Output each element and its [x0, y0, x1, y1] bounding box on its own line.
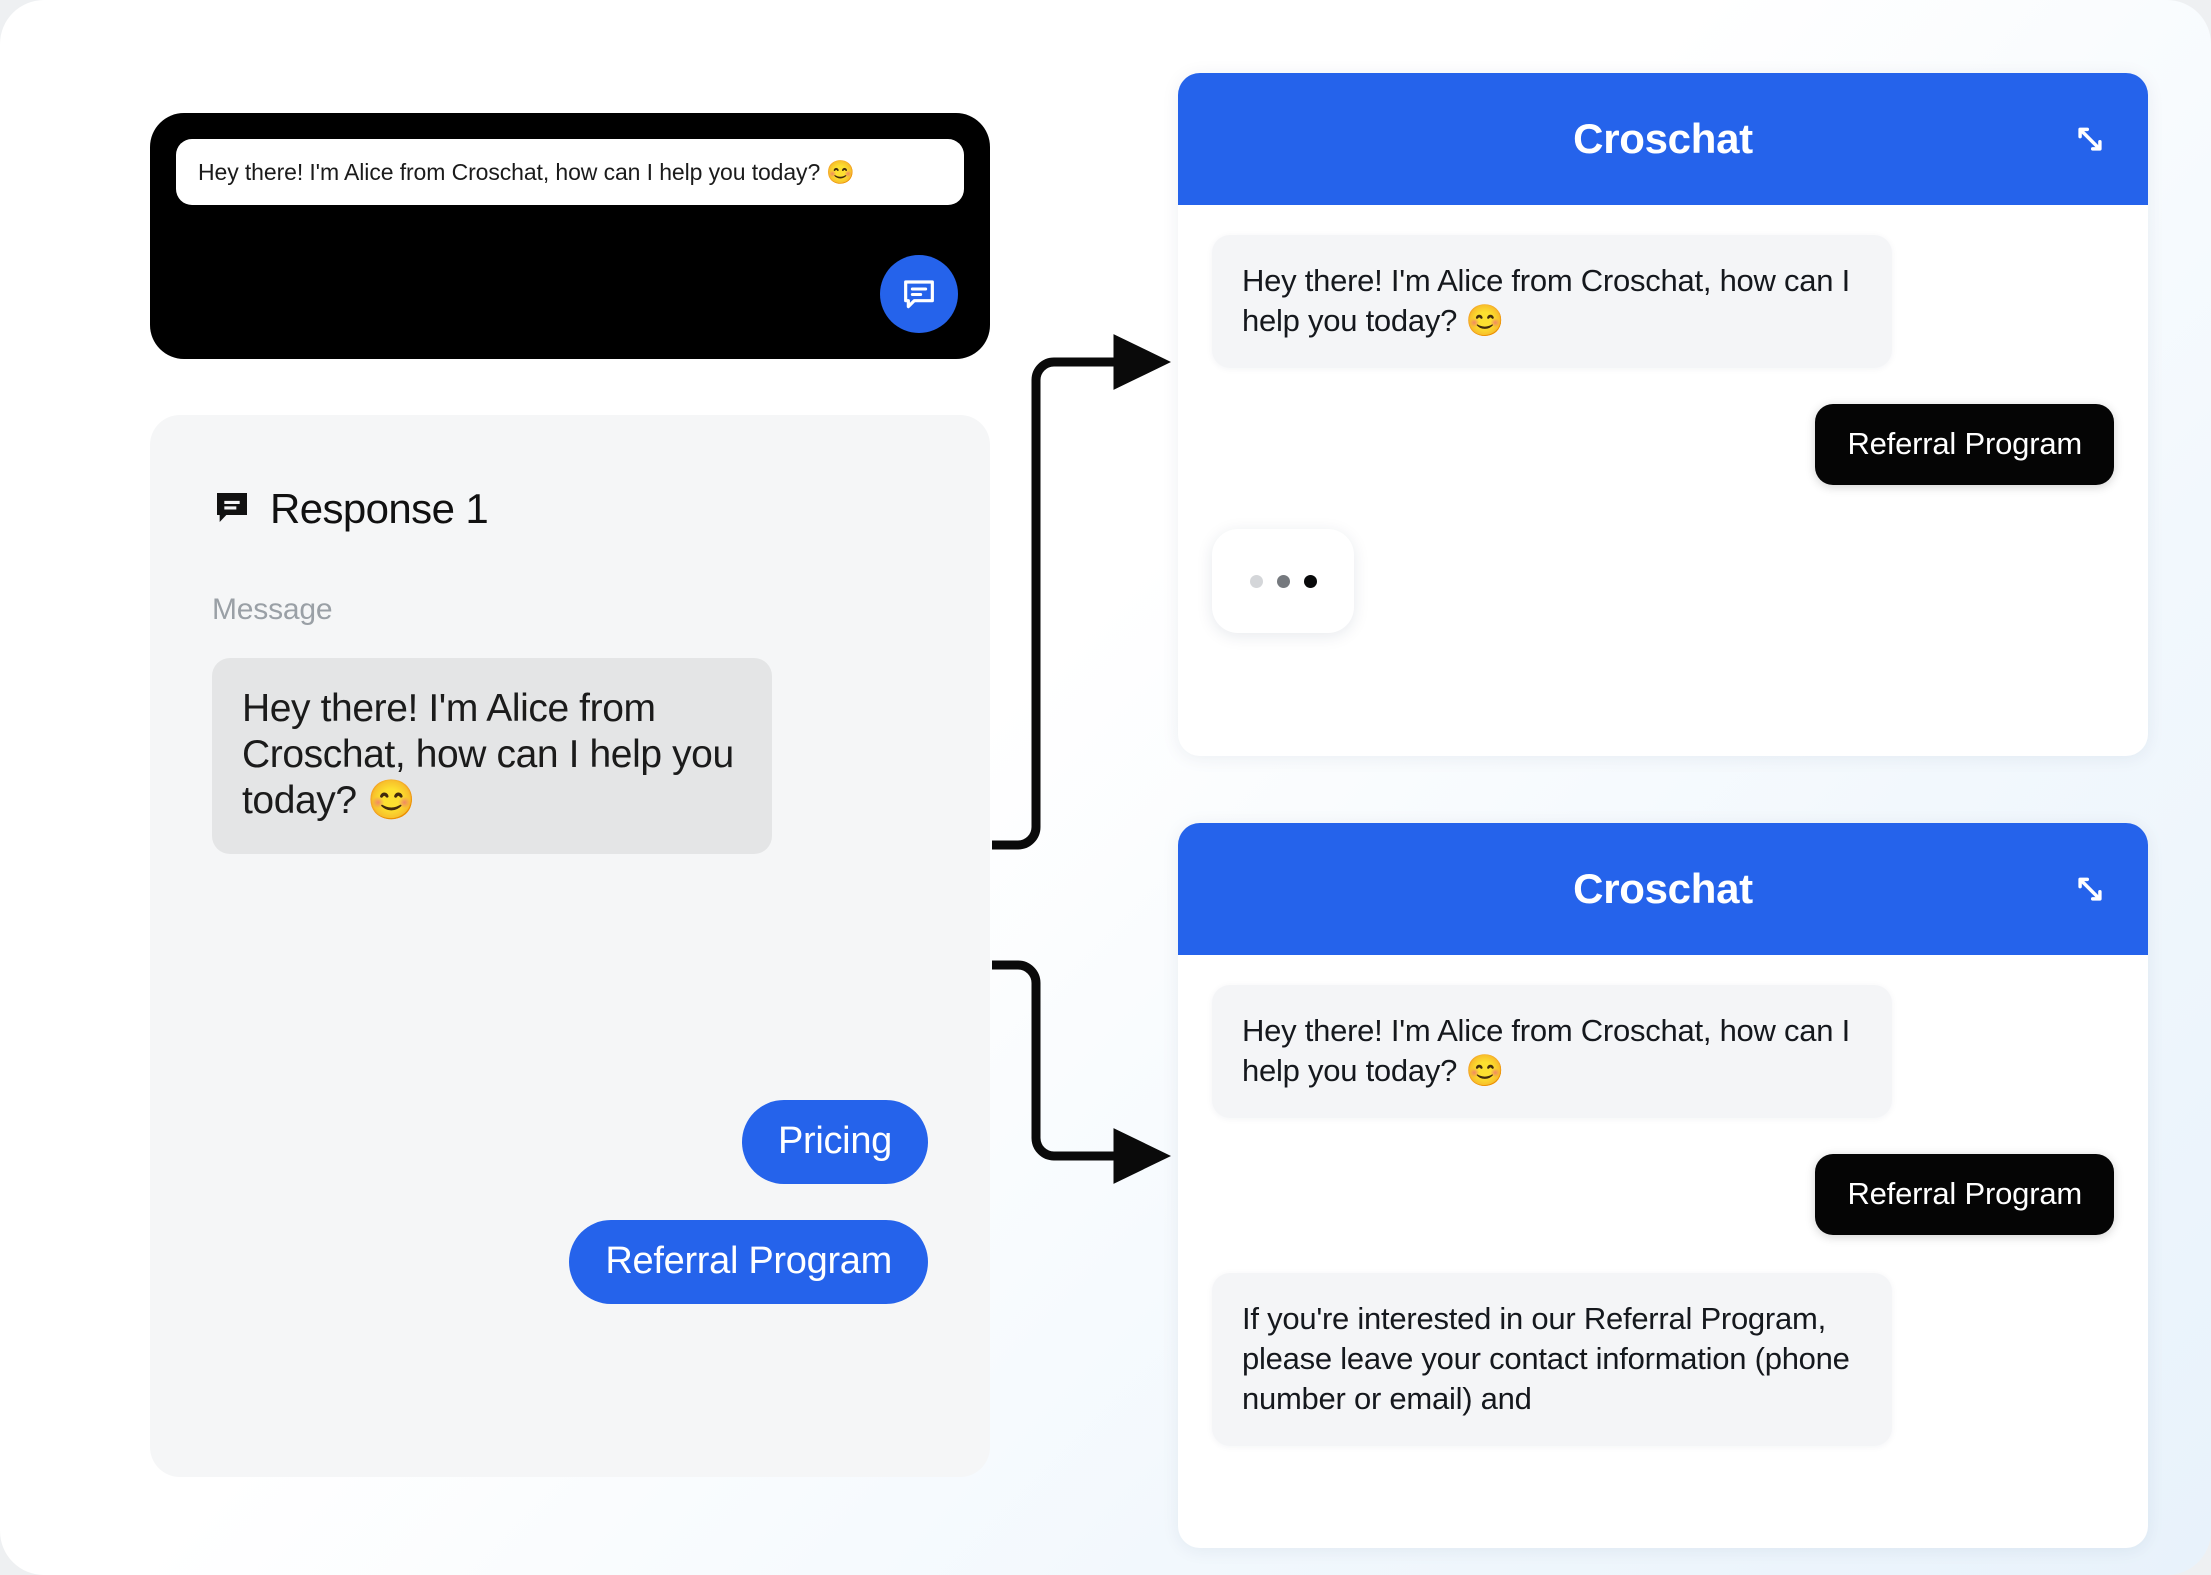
user-message-bubble: Referral Program [1815, 1154, 2114, 1236]
composer-text-field[interactable]: Hey there! I'm Alice from Croschat, how … [176, 139, 964, 205]
chat-bubble-icon [212, 487, 252, 532]
message-row: Referral Program [1212, 1154, 2114, 1236]
bot-message-bubble: Hey there! I'm Alice from Croschat, how … [1212, 985, 1892, 1119]
chat-widget-1-body: Hey there! I'm Alice from Croschat, how … [1178, 205, 2148, 634]
response-title: Response 1 [270, 485, 489, 532]
user-message-bubble: Referral Program [1815, 404, 2114, 486]
chat-bubble-icon [904, 280, 934, 309]
message-row [1212, 529, 2114, 634]
chat-widget-2-body: Hey there! I'm Alice from Croschat, how … [1178, 955, 2148, 1447]
connector-to-widget-1 [992, 334, 1171, 850]
chat-widget-2-header: Croschat [1178, 823, 2148, 955]
chat-widget-1: Croschat Hey there! I'm Alice from Crosc… [1178, 73, 2148, 756]
expand-widget-2-button[interactable] [2066, 865, 2114, 913]
chat-widget-2: Croschat Hey there! I'm Alice from Crosc… [1178, 823, 2148, 1548]
expand-diagonal-icon [2078, 877, 2102, 901]
expand-widget-1-button[interactable] [2066, 115, 2114, 163]
chat-widget-1-brand: Croschat [1573, 115, 1753, 162]
connector-to-widget-2 [992, 960, 1171, 1184]
page-root: Hey there! I'm Alice from Croschat, how … [0, 0, 2211, 1575]
composer-value: Hey there! I'm Alice from Croschat, how … [198, 158, 855, 185]
typing-dot-1 [1249, 574, 1263, 588]
quick-reply-pricing[interactable]: Pricing [741, 1100, 928, 1184]
typing-dot-2 [1276, 574, 1290, 588]
chat-widget-2-brand: Croschat [1573, 865, 1753, 912]
typing-indicator [1212, 529, 1354, 634]
message-preview-bubble: Hey there! I'm Alice from Croschat, how … [212, 658, 772, 855]
quick-reply-referral-program[interactable]: Referral Program [569, 1220, 928, 1304]
message-row: If you're interested in our Referral Pro… [1212, 1273, 2114, 1447]
message-field-label: Message [212, 593, 333, 626]
expand-diagonal-icon [2078, 127, 2102, 151]
chat-widget-1-header: Croschat [1178, 73, 2148, 205]
message-row: Hey there! I'm Alice from Croschat, how … [1212, 985, 2114, 1119]
bot-message-bubble: If you're interested in our Referral Pro… [1212, 1273, 1892, 1447]
response-card: Response 1 Message Hey there! I'm Alice … [150, 415, 990, 1477]
message-composer-card: Hey there! I'm Alice from Croschat, how … [150, 113, 990, 359]
send-message-button[interactable] [880, 255, 958, 333]
typing-dot-3 [1303, 574, 1317, 588]
message-row: Referral Program [1212, 404, 2114, 486]
response-header: Response 1 [212, 485, 489, 533]
message-row: Hey there! I'm Alice from Croschat, how … [1212, 235, 2114, 369]
bot-message-bubble: Hey there! I'm Alice from Croschat, how … [1212, 235, 1892, 369]
